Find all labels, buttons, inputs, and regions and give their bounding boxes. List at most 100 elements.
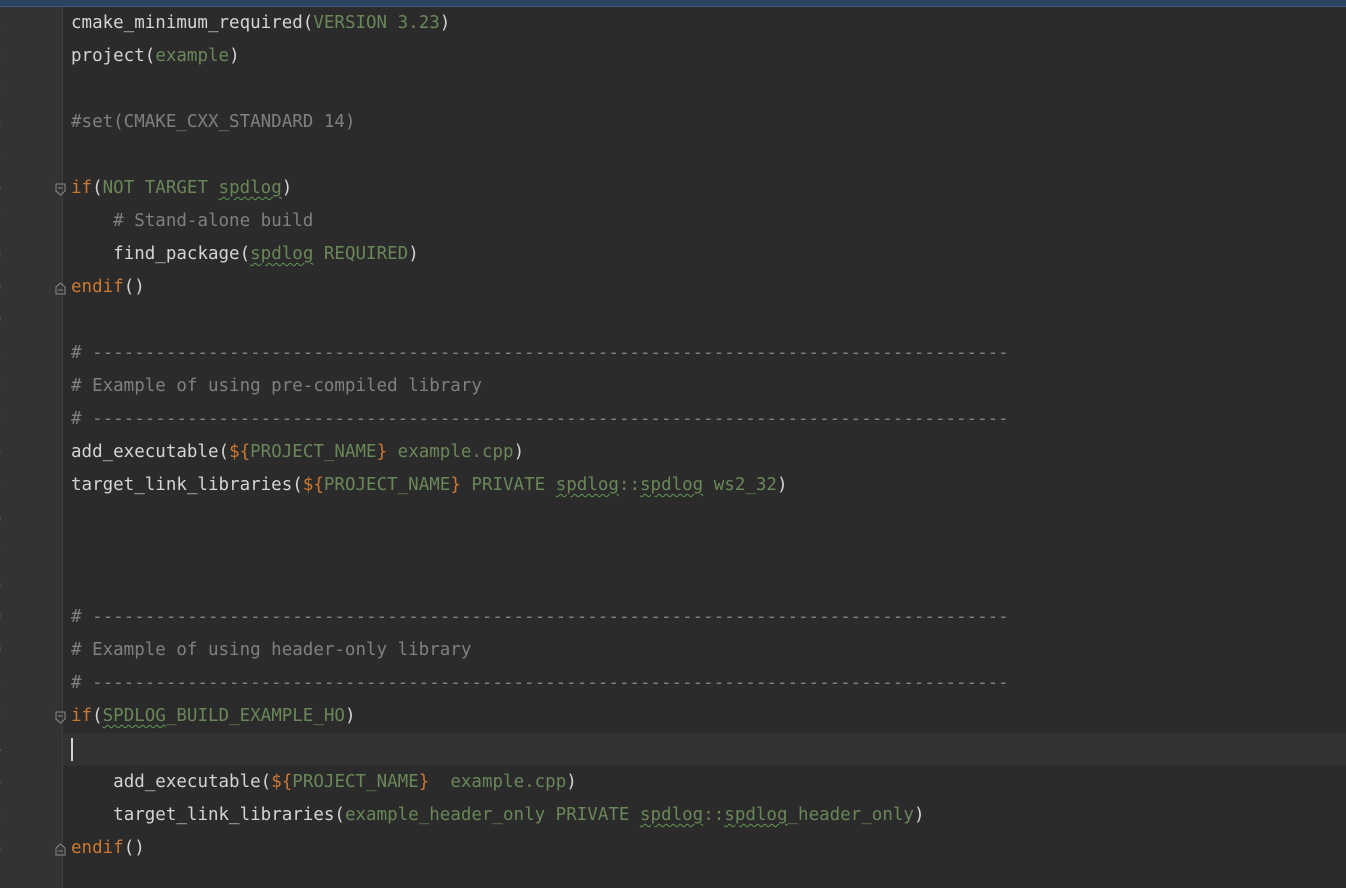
comment-divider: # --------------------------------------… [71,673,1009,693]
code-line-empty[interactable] [63,568,1346,601]
close-paren: ) [408,244,419,264]
variable-delimiter: } [450,475,461,495]
comment-divider: # --------------------------------------… [71,409,1009,429]
comment-divider: # --------------------------------------… [71,343,1009,363]
close-paren: ) [439,13,451,33]
spellcheck-squiggle[interactable]: spdlog [724,805,787,825]
open-paren: ( [334,805,345,825]
line-number-gutter[interactable]: 1 2 3 4 5 6 7 8 9 0 1 2 3 4 5 6 7 8 9 0 … [0,7,66,888]
line-number[interactable]: 3 [0,73,13,106]
code-line[interactable]: project(example) [63,40,1346,73]
line-number[interactable]: 1 [0,337,13,370]
comment-divider: # --------------------------------------… [71,607,1009,627]
line-number[interactable]: 7 [0,205,13,238]
line-number[interactable]: 8 [0,238,13,271]
spellcheck-squiggle[interactable]: spdlog [556,475,619,495]
comment: # Stand-alone build [113,211,314,231]
line-number[interactable]: 8 [0,568,13,601]
code-line[interactable]: endif() [63,271,1346,304]
line-number[interactable]: 0 [0,304,13,337]
code-line-empty[interactable] [63,535,1346,568]
code-line[interactable]: #set(CMAKE_CXX_STANDARD 14) [63,106,1346,139]
spellcheck-squiggle[interactable]: spdlog [250,244,313,264]
code-line-empty[interactable] [63,304,1346,337]
command-argument: example [155,46,230,66]
code-line-empty[interactable] [63,139,1346,172]
open-paren: ( [260,772,272,792]
code-line[interactable]: # --------------------------------------… [63,337,1346,370]
command-argument: PRIVATE [460,475,556,495]
spellcheck-squiggle[interactable]: spdlog [640,805,703,825]
variable-name: PROJECT_NAME [250,442,377,462]
variable-name: PROJECT_NAME [323,475,451,495]
code-line[interactable]: if(SPDLOG_BUILD_EXAMPLE_HO) [63,700,1346,733]
code-line-empty[interactable] [63,502,1346,535]
line-number-current[interactable]: 3 [0,733,13,766]
close-paren: ) [913,805,925,825]
command-argument: _header_only [787,805,914,825]
line-number[interactable]: 5 [0,139,13,172]
code-line[interactable]: add_executable(${PROJECT_NAME} example.c… [63,436,1346,469]
command-argument: ws2_32 [703,475,777,495]
line-number[interactable]: 5 [0,799,13,832]
spellcheck-squiggle[interactable]: SPDLOG [103,706,166,726]
spellcheck-squiggle[interactable]: spdlog [640,475,703,495]
scope-separator: :: [618,475,640,495]
code-line[interactable]: # --------------------------------------… [63,667,1346,700]
variable-delimiter: ${ [271,772,293,792]
code-line[interactable]: target_link_libraries(${PROJECT_NAME} PR… [63,469,1346,502]
code-line[interactable]: endif() [63,832,1346,865]
variable-delimiter: ${ [302,475,324,495]
comment: # Example of using pre-compiled library [71,376,482,396]
line-number[interactable]: 7 [0,535,13,568]
line-number[interactable]: 1 [0,667,13,700]
code-line[interactable]: find_package(spdlog REQUIRED) [63,238,1346,271]
line-number[interactable]: 5 [0,469,13,502]
line-number[interactable]: 2 [0,700,13,733]
line-number[interactable]: 2 [0,370,13,403]
line-number[interactable]: 4 [0,766,13,799]
close-paren: ) [566,772,577,792]
line-number[interactable]: 6 [0,502,13,535]
line-number[interactable]: 3 [0,403,13,436]
code-line[interactable]: # Stand-alone build [63,205,1346,238]
code-line[interactable]: add_executable(${PROJECT_NAME} example.c… [63,766,1346,799]
line-number[interactable]: 4 [0,436,13,469]
code-line[interactable]: # --------------------------------------… [63,403,1346,436]
code-line[interactable]: cmake_minimum_required(VERSION 3.23) [63,7,1346,40]
line-number[interactable]: 0 [0,634,13,667]
cmake-command: cmake_minimum_required [71,13,303,33]
scope-separator: :: [703,805,725,825]
command-argument: VERSION 3.23 [313,13,440,33]
line-number[interactable]: 6 [0,172,13,205]
current-code-line[interactable] [63,733,1346,766]
code-line[interactable]: target_link_libraries(example_header_onl… [63,799,1346,832]
cmake-command: project [71,46,145,66]
line-number[interactable]: 6 [0,832,13,865]
command-argument: example_header_only PRIVATE [344,805,640,825]
code-editor[interactable]: cmake_minimum_required(VERSION 3.23) pro… [63,7,1346,888]
code-line[interactable]: # Example of using header-only library [63,634,1346,667]
code-line[interactable]: # --------------------------------------… [63,601,1346,634]
line-number[interactable]: 2 [0,40,13,73]
keyword-if: if [71,706,93,726]
line-number[interactable]: 4 [0,106,13,139]
command-argument: example.cpp [387,442,514,462]
keyword-endif: endif [71,277,124,297]
window-top-bar [0,0,1346,7]
command-argument: NOT TARGET [102,178,219,198]
code-line-empty[interactable] [63,73,1346,106]
open-paren: ( [292,475,303,495]
code-line[interactable]: # Example of using pre-compiled library [63,370,1346,403]
code-line[interactable]: if(NOT TARGET spdlog) [63,172,1346,205]
line-number[interactable]: 1 [0,7,13,40]
cmake-command: target_link_libraries [71,475,293,495]
close-paren: ) [513,442,525,462]
spellcheck-squiggle[interactable]: spdlog [219,178,282,198]
line-number[interactable]: 9 [0,271,13,304]
line-number[interactable]: 9 [0,601,13,634]
